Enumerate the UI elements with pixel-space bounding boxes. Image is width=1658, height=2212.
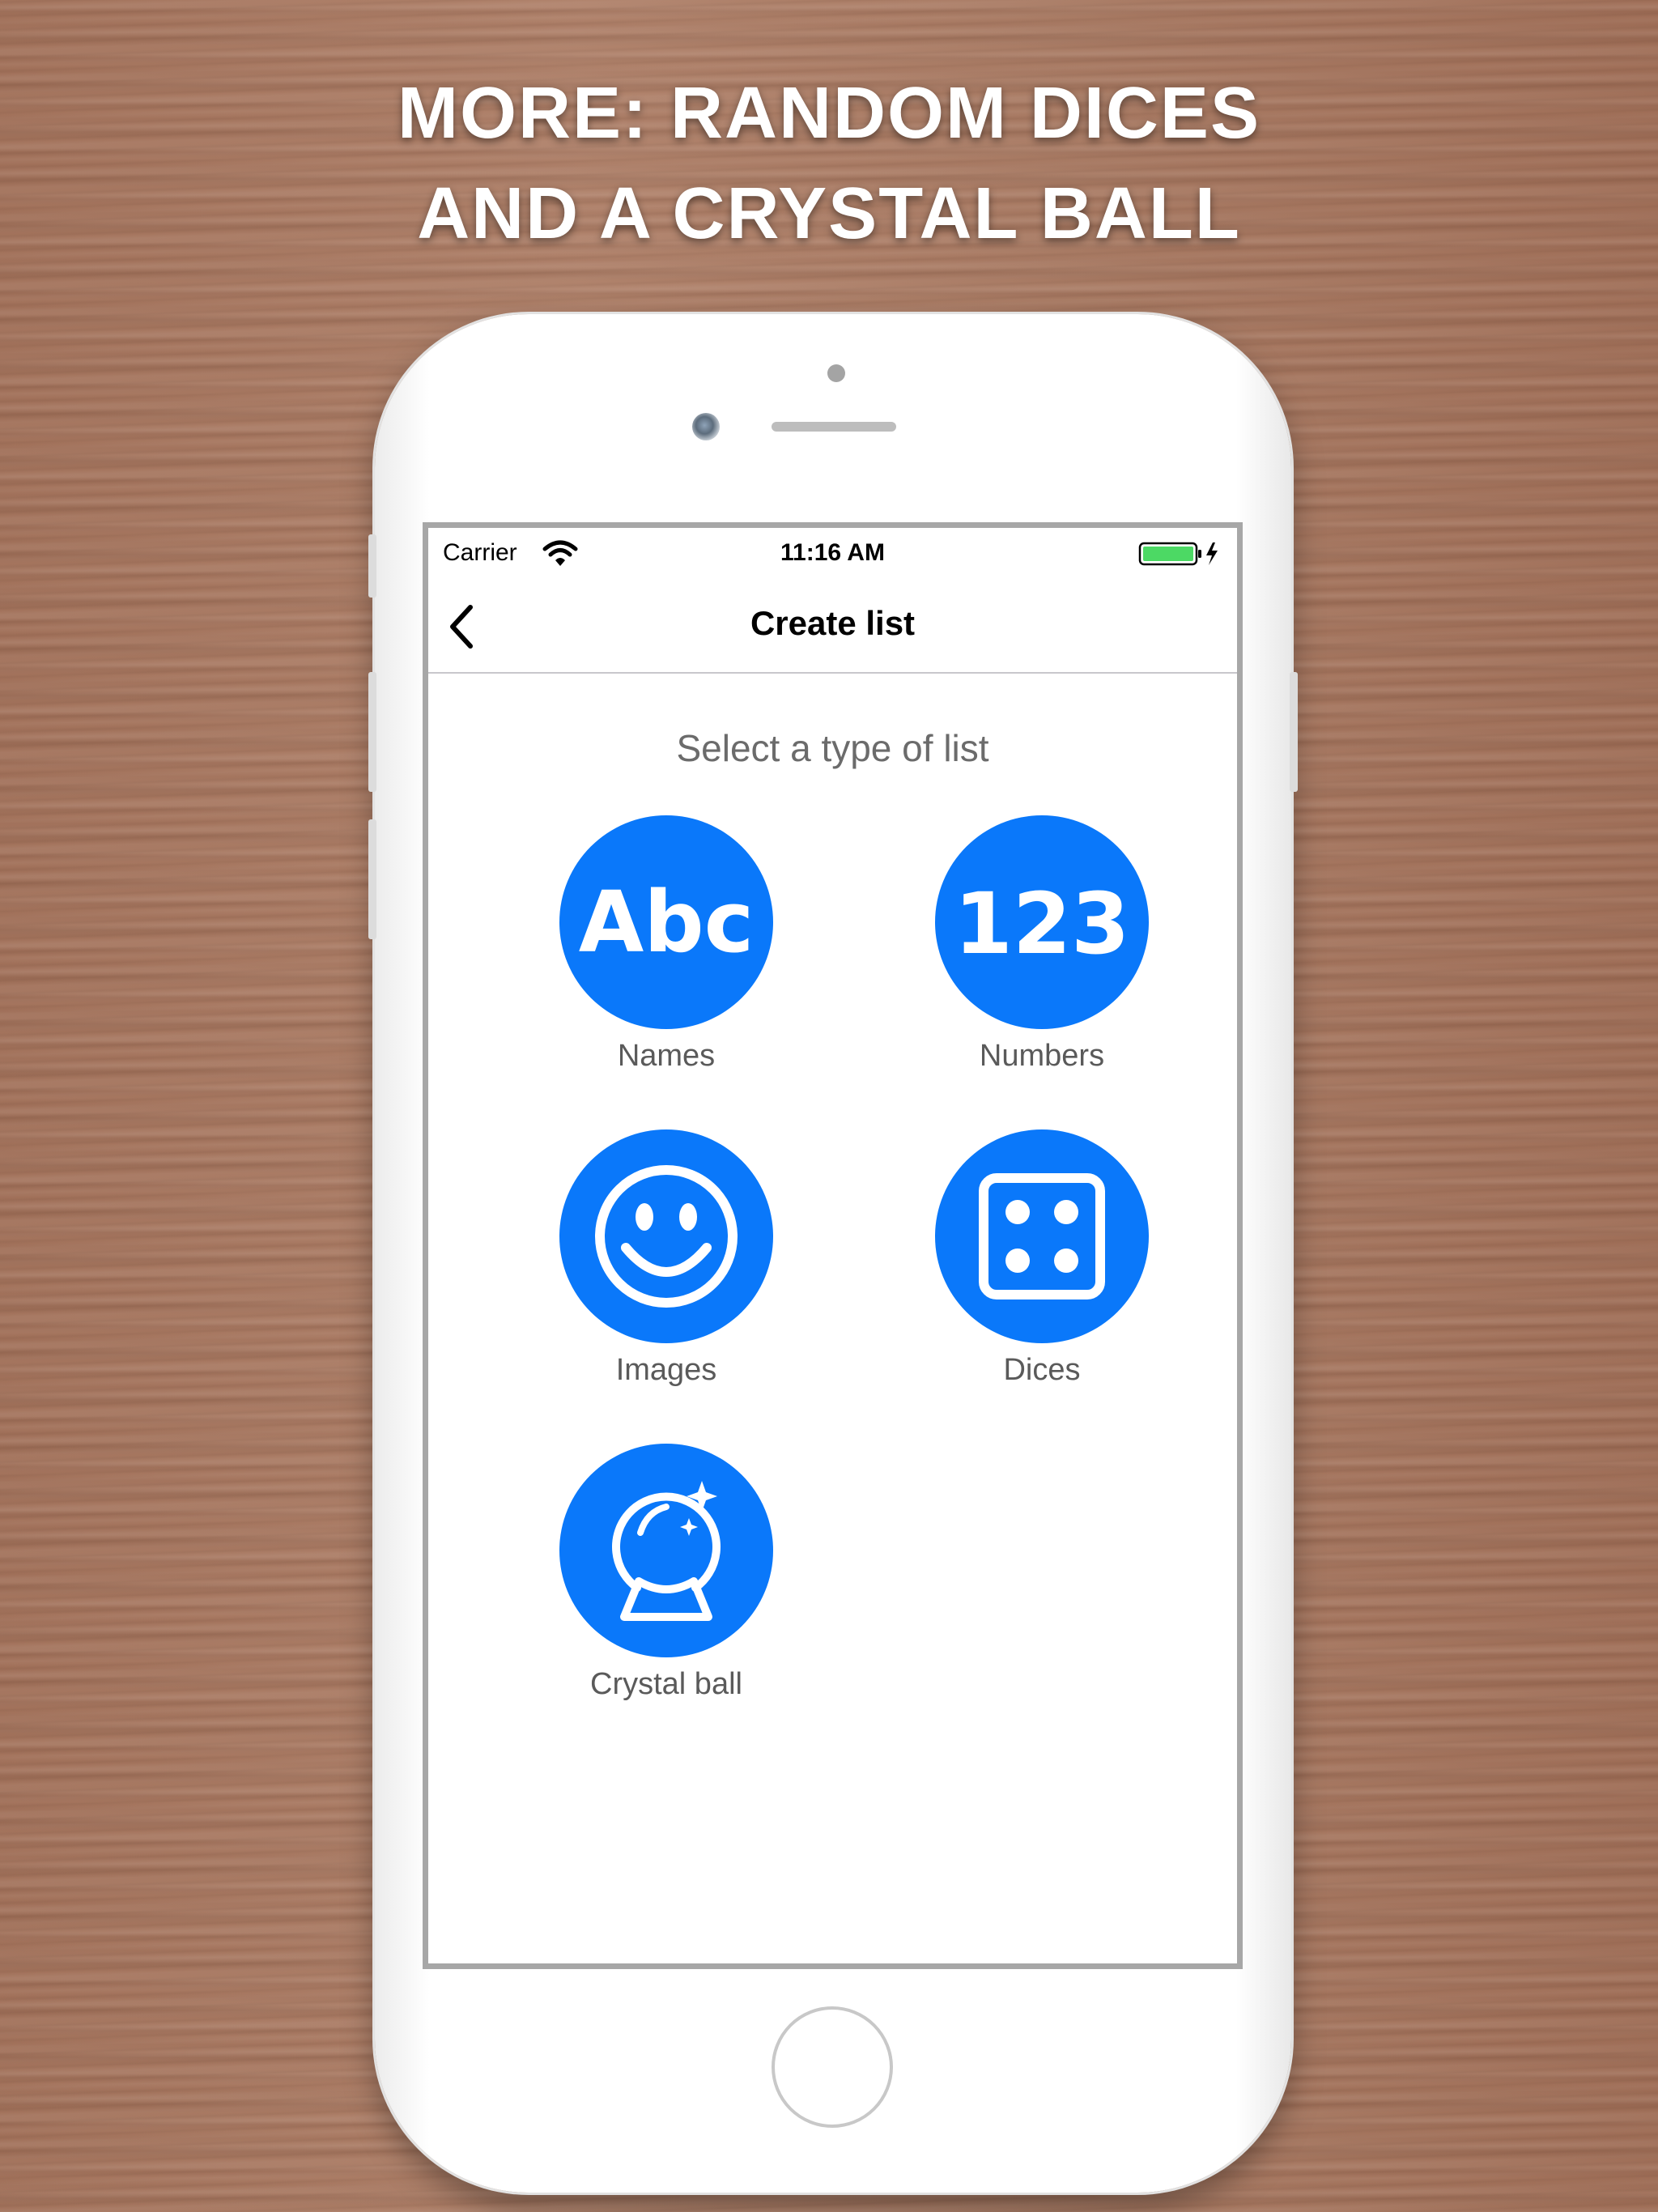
promo-headline: MORE: RANDOM DICES AND A CRYSTAL BALL: [0, 63, 1658, 264]
mute-switch: [368, 534, 376, 598]
proximity-sensor: [827, 364, 845, 382]
numbers-button[interactable]: 123: [935, 815, 1149, 1029]
dices-button[interactable]: [935, 1129, 1149, 1343]
option-dices[interactable]: Dices: [904, 1129, 1180, 1405]
images-button[interactable]: [559, 1129, 773, 1343]
option-label-images: Images: [615, 1353, 717, 1387]
status-time: 11:16 AM: [780, 539, 885, 566]
option-label-crystal-ball: Crystal ball: [590, 1667, 742, 1701]
front-camera-icon: [692, 413, 720, 440]
home-button[interactable]: [772, 2006, 893, 2128]
volume-down-button: [368, 819, 376, 939]
option-images[interactable]: Images: [529, 1129, 804, 1405]
power-button: [1290, 672, 1298, 792]
dice-icon: [979, 1173, 1105, 1300]
earpiece-speaker: [772, 422, 896, 432]
names-button[interactable]: Abc: [559, 815, 773, 1029]
volume-up-button: [368, 672, 376, 792]
navigation-bar: Create list: [428, 585, 1237, 674]
abc-icon: Abc: [579, 873, 755, 972]
promo-headline-line-1: MORE: RANDOM DICES: [397, 73, 1261, 154]
option-label-names: Names: [617, 1039, 716, 1073]
option-label-dices: Dices: [1003, 1353, 1081, 1387]
abc-icon-text: Abc: [579, 873, 755, 972]
smiley-icon: [595, 1165, 738, 1308]
option-numbers[interactable]: 123 Numbers: [904, 815, 1180, 1091]
battery-icon: [1138, 541, 1222, 567]
option-label-numbers: Numbers: [979, 1039, 1105, 1073]
123-icon: 123: [954, 874, 1129, 973]
app-screen: Carrier 11:16 AM Create list Select a ty…: [423, 522, 1243, 1969]
promo-headline-line-2: AND A CRYSTAL BALL: [417, 173, 1241, 254]
123-icon-text: 123: [954, 874, 1129, 973]
crystal-ball-icon: [612, 1481, 721, 1621]
option-crystal-ball[interactable]: Crystal ball: [529, 1444, 804, 1719]
status-bar: Carrier 11:16 AM: [428, 528, 1237, 585]
option-names[interactable]: Abc Names: [529, 815, 804, 1091]
section-subtitle: Select a type of list: [676, 727, 989, 769]
page-title: Create list: [750, 604, 916, 642]
crystal-ball-button[interactable]: [559, 1444, 773, 1657]
